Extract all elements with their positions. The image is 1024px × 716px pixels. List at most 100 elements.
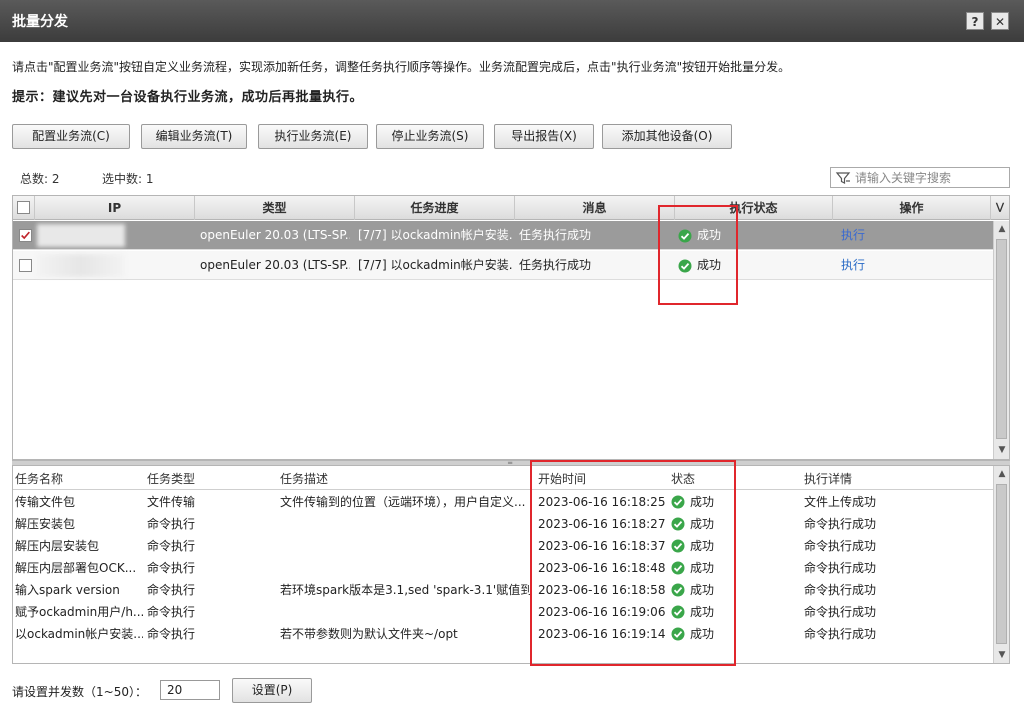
task-type: 命令执行 — [147, 517, 196, 531]
task-status: 成功 — [690, 561, 715, 575]
col-start-time[interactable]: 开始时间 — [538, 466, 586, 490]
device-table-scrollbar[interactable]: ▲ ▼ — [993, 221, 1009, 459]
task-status: 成功 — [690, 495, 715, 509]
task-detail: 文件上传成功 — [804, 495, 877, 509]
select-all-cell — [13, 196, 35, 220]
success-icon — [678, 229, 692, 243]
concurrency-input[interactable] — [160, 680, 220, 700]
col-progress[interactable]: 任务进度 — [355, 196, 515, 220]
task-table: 任务名称 任务类型 任务描述 开始时间 状态 执行详情 传输文件包 文件传输 文… — [12, 466, 1010, 664]
task-start: 2023-06-16 16:18:37 — [538, 539, 666, 553]
task-detail: 命令执行成功 — [804, 561, 877, 575]
total-value: 2 — [51, 172, 60, 186]
task-row[interactable]: 解压内层安装包 命令执行 2023-06-16 16:18:37 成功 命令执行… — [13, 535, 993, 557]
edit-flow-button[interactable]: 编辑业务流(T) — [141, 124, 247, 149]
device-table: IP 类型 任务进度 消息 执行状态 操作 ⋁ openEuler 20.03 … — [12, 195, 1010, 460]
task-detail: 命令执行成功 — [804, 517, 877, 531]
execute-link[interactable]: 执行 — [841, 221, 881, 250]
task-row[interactable]: 解压内层部署包OCK... 命令执行 2023-06-16 16:18:48 成… — [13, 557, 993, 579]
scroll-thumb[interactable] — [996, 239, 1007, 439]
ip-redacted — [37, 254, 125, 277]
device-progress: [7/7] 以ockadmin帐户安装... — [358, 258, 513, 272]
task-row[interactable]: 输入spark version 命令执行 若环境spark版本是3.1,sed … — [13, 579, 993, 601]
col-type[interactable]: 类型 — [195, 196, 355, 220]
col-action[interactable]: 操作 — [833, 196, 991, 220]
task-table-header: 任务名称 任务类型 任务描述 开始时间 状态 执行详情 — [13, 466, 993, 490]
task-status: 成功 — [690, 627, 715, 641]
task-start: 2023-06-16 16:18:27 — [538, 517, 666, 531]
select-all-checkbox[interactable] — [17, 201, 30, 214]
total-count: 总数: 2 — [20, 170, 60, 187]
search-input[interactable] — [855, 169, 1005, 186]
task-table-scrollbar[interactable]: ▲ ▼ — [993, 466, 1009, 663]
description-text: 请点击"配置业务流"按钮自定义业务流程，实现添加新任务，调整任务执行顺序等操作。… — [12, 60, 791, 74]
success-icon — [671, 583, 685, 597]
task-detail: 命令执行成功 — [804, 627, 877, 641]
device-row[interactable]: openEuler 20.03 (LTS-SP... [7/7] 以ockadm… — [13, 221, 993, 250]
window-title: 批量分发 — [12, 14, 68, 30]
col-task-desc[interactable]: 任务描述 — [280, 466, 328, 490]
col-status[interactable]: 执行状态 — [675, 196, 833, 220]
device-type: openEuler 20.03 (LTS-SP... — [200, 228, 350, 242]
help-button[interactable]: ? — [966, 12, 984, 30]
device-row[interactable]: openEuler 20.03 (LTS-SP... [7/7] 以ockadm… — [13, 251, 993, 280]
task-desc: 若环境spark版本是3.1,sed 'spark-3.1'赋值到... — [280, 583, 532, 597]
task-desc — [280, 557, 532, 579]
col-message[interactable]: 消息 — [515, 196, 675, 220]
col-task-name[interactable]: 任务名称 — [15, 466, 63, 490]
stop-flow-button[interactable]: 停止业务流(S) — [376, 124, 484, 149]
success-icon — [678, 259, 692, 273]
column-menu-icon[interactable]: ⋁ — [991, 196, 1009, 220]
task-desc: 若不带参数则为默认文件夹~/opt — [280, 627, 458, 641]
col-ip[interactable]: IP — [35, 196, 195, 220]
device-progress: [7/7] 以ockadmin帐户安装... — [358, 228, 513, 242]
task-row[interactable]: 以ockadmin帐户安装... 命令执行 若不带参数则为默认文件夹~/opt … — [13, 623, 993, 645]
selected-count: 选中数: 1 — [102, 170, 154, 187]
task-start: 2023-06-16 16:18:25 — [538, 495, 666, 509]
task-name: 以ockadmin帐户安装... — [15, 627, 143, 641]
task-type: 文件传输 — [147, 495, 196, 509]
task-type: 命令执行 — [147, 539, 196, 553]
task-name: 传输文件包 — [15, 495, 76, 509]
task-desc — [280, 513, 532, 535]
add-device-button[interactable]: 添加其他设备(O) — [602, 124, 732, 149]
scroll-down-icon[interactable]: ▼ — [994, 647, 1010, 663]
task-name: 解压内层部署包OCK... — [15, 561, 137, 575]
task-row[interactable]: 解压安装包 命令执行 2023-06-16 16:18:27 成功 命令执行成功 — [13, 513, 993, 535]
title-bar: 批量分发 ? ✕ — [0, 0, 1024, 42]
col-detail[interactable]: 执行详情 — [804, 466, 852, 490]
task-row[interactable]: 赋予ockadmin用户/h... 命令执行 2023-06-16 16:19:… — [13, 601, 993, 623]
scroll-down-icon[interactable]: ▼ — [994, 442, 1010, 458]
task-start: 2023-06-16 16:19:06 — [538, 605, 666, 619]
task-start: 2023-06-16 16:19:14 — [538, 627, 666, 641]
set-concurrency-button[interactable]: 设置(P) — [232, 678, 312, 703]
scroll-up-icon[interactable]: ▲ — [994, 466, 1010, 482]
configure-flow-button[interactable]: 配置业务流(C) — [12, 124, 130, 149]
task-desc — [280, 535, 532, 557]
row-checkbox[interactable] — [19, 229, 32, 242]
close-button[interactable]: ✕ — [991, 12, 1009, 30]
device-message: 任务执行成功 — [519, 228, 592, 242]
task-name: 赋予ockadmin用户/h... — [15, 605, 143, 619]
ip-redacted — [37, 224, 125, 247]
hint-text: 提示：建议先对一台设备执行业务流，成功后再批量执行。 — [12, 90, 364, 105]
col-task-type[interactable]: 任务类型 — [147, 466, 195, 490]
selected-label: 选中数: — [102, 172, 143, 186]
filter-icon[interactable] — [835, 170, 851, 186]
search-box[interactable] — [830, 167, 1010, 188]
task-status: 成功 — [690, 517, 715, 531]
check-icon — [21, 231, 30, 240]
task-type: 命令执行 — [147, 561, 196, 575]
execute-link[interactable]: 执行 — [841, 251, 881, 280]
export-report-button[interactable]: 导出报告(X) — [494, 124, 594, 149]
success-icon — [671, 539, 685, 553]
task-detail: 命令执行成功 — [804, 605, 877, 619]
success-icon — [671, 605, 685, 619]
scroll-up-icon[interactable]: ▲ — [994, 221, 1010, 237]
col-task-status[interactable]: 状态 — [671, 466, 695, 490]
task-row[interactable]: 传输文件包 文件传输 文件传输到的位置（远端环境），用户自定义... 2023-… — [13, 491, 993, 513]
execute-flow-button[interactable]: 执行业务流(E) — [258, 124, 368, 149]
task-status: 成功 — [690, 605, 715, 619]
row-checkbox[interactable] — [19, 259, 32, 272]
scroll-thumb[interactable] — [996, 484, 1007, 644]
